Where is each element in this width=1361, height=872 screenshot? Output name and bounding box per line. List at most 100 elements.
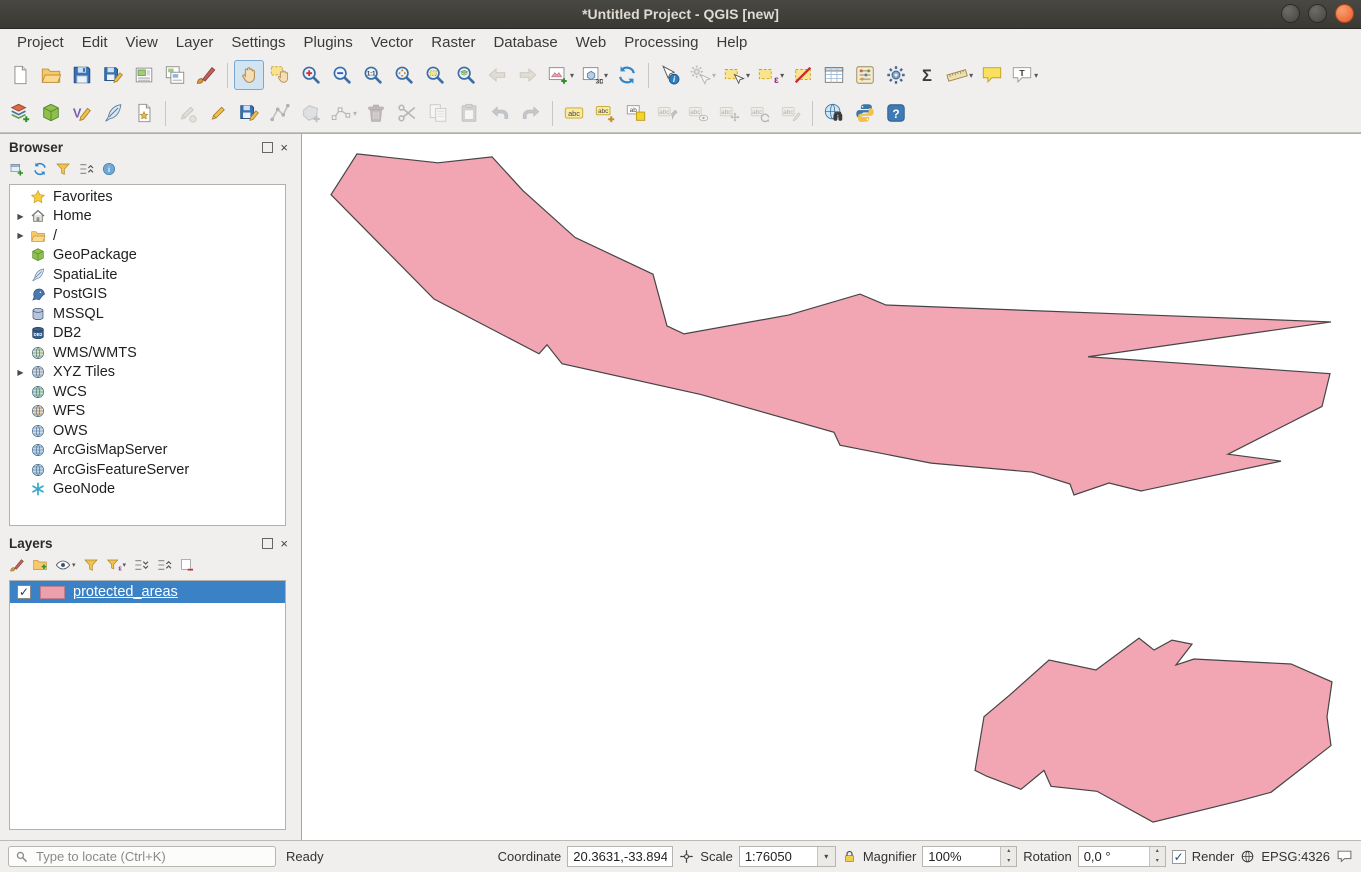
filter-legend-button[interactable] xyxy=(83,555,99,575)
browser-item-home[interactable]: ▶Home xyxy=(10,207,285,227)
refresh-map-button[interactable] xyxy=(612,60,642,90)
new-shapefile-layer-button[interactable]: V xyxy=(67,98,97,128)
python-console-button[interactable] xyxy=(850,98,880,128)
menu-layer[interactable]: Layer xyxy=(167,31,223,54)
open-layer-styling-panel-button[interactable] xyxy=(9,555,25,575)
expander-icon[interactable]: ▶ xyxy=(13,368,28,377)
crs-status[interactable]: EPSG:4326 xyxy=(1261,849,1330,864)
browser-item-mssql[interactable]: MSSQL xyxy=(10,304,285,324)
menu-vector[interactable]: Vector xyxy=(362,31,423,54)
menu-settings[interactable]: Settings xyxy=(222,31,294,54)
locate-bar[interactable] xyxy=(8,846,276,867)
menu-processing[interactable]: Processing xyxy=(615,31,707,54)
expander-icon[interactable]: ▶ xyxy=(13,212,28,221)
save-project-as-button[interactable] xyxy=(98,60,128,90)
menu-database[interactable]: Database xyxy=(484,31,566,54)
browser-item-arcgismapserver[interactable]: ArcGisMapServer xyxy=(10,441,285,461)
expand-all-button[interactable] xyxy=(133,555,149,575)
new-temporary-scratch-layer-button[interactable] xyxy=(129,98,159,128)
layer-visibility-checkbox[interactable]: ✓ xyxy=(17,585,31,599)
spinner-buttons[interactable] xyxy=(1149,847,1165,866)
field-calculator-button[interactable] xyxy=(850,60,880,90)
crs-globe-icon[interactable] xyxy=(1240,849,1255,864)
measure-line-button[interactable]: ▾ xyxy=(943,60,976,90)
collapse-all-button[interactable] xyxy=(156,555,172,575)
save-project-button[interactable] xyxy=(67,60,97,90)
browser-item-db2[interactable]: DB2DB2 xyxy=(10,324,285,344)
menu-edit[interactable]: Edit xyxy=(73,31,117,54)
deselect-all-button[interactable] xyxy=(788,60,818,90)
show-layout-manager-button[interactable] xyxy=(160,60,190,90)
browser-item-spatialite[interactable]: SpatiaLite xyxy=(10,265,285,285)
menu-web[interactable]: Web xyxy=(567,31,616,54)
chevron-down-icon[interactable] xyxy=(817,847,835,866)
browser-item-wfs[interactable]: WFS xyxy=(10,402,285,422)
browser-item-geonode[interactable]: GeoNode xyxy=(10,480,285,500)
zoom-native-button[interactable]: 1:1 xyxy=(358,60,388,90)
zoom-to-layer-button[interactable] xyxy=(451,60,481,90)
text-annotation-button[interactable]: T▾ xyxy=(1008,60,1041,90)
close-button[interactable] xyxy=(1335,4,1354,23)
scale-combo[interactable]: 1:76050 xyxy=(739,846,836,867)
browser-item-wms-wmts[interactable]: WMS/WMTS xyxy=(10,343,285,363)
menu-raster[interactable]: Raster xyxy=(422,31,484,54)
add-selected-layers-button[interactable] xyxy=(9,159,25,179)
spinner-buttons[interactable] xyxy=(1000,847,1016,866)
pan-map-button[interactable] xyxy=(234,60,264,90)
menu-plugins[interactable]: Plugins xyxy=(295,31,362,54)
manage-map-themes-button[interactable]: ▾ xyxy=(55,555,76,575)
new-project-button[interactable] xyxy=(5,60,35,90)
new-print-layout-button[interactable] xyxy=(129,60,159,90)
magnifier-input[interactable] xyxy=(923,849,1000,864)
coordinate-input[interactable] xyxy=(568,849,672,864)
minimize-button[interactable] xyxy=(1281,4,1300,23)
map-canvas[interactable] xyxy=(301,134,1361,840)
remove-layer-button[interactable] xyxy=(179,555,195,575)
browser-item-xyz-tiles[interactable]: ▶XYZ Tiles xyxy=(10,363,285,383)
identify-features-button[interactable]: i xyxy=(655,60,685,90)
show-properties-widget-button[interactable]: i xyxy=(101,159,117,179)
save-layer-edits-button[interactable] xyxy=(234,98,264,128)
messages-icon[interactable] xyxy=(1336,848,1353,865)
layer-item-protected-areas[interactable]: ✓protected_areas xyxy=(10,581,285,603)
zoom-to-selection-button[interactable] xyxy=(420,60,450,90)
float-panel-icon[interactable] xyxy=(262,538,273,549)
browser-item-arcgisfeatureserver[interactable]: ArcGisFeatureServer xyxy=(10,460,285,480)
menu-view[interactable]: View xyxy=(117,31,167,54)
close-panel-icon[interactable] xyxy=(280,538,288,549)
rotation-input[interactable] xyxy=(1079,849,1149,864)
expander-icon[interactable]: ▶ xyxy=(13,231,28,240)
filter-legend-by-expression-button[interactable]: ε▾ xyxy=(106,555,127,575)
data-source-manager-button[interactable] xyxy=(5,98,35,128)
browser-item-favorites[interactable]: Favorites xyxy=(10,187,285,207)
extents-toggle-icon[interactable] xyxy=(679,849,694,864)
open-attribute-table-button[interactable] xyxy=(819,60,849,90)
refresh-browser-button[interactable] xyxy=(32,159,48,179)
layer-diagram-options-button[interactable]: abc xyxy=(590,98,620,128)
select-by-expression-button[interactable]: ε▾ xyxy=(754,60,787,90)
close-panel-icon[interactable] xyxy=(280,142,288,153)
browser-item-postgis[interactable]: PostGIS xyxy=(10,285,285,305)
menu-help[interactable]: Help xyxy=(707,31,756,54)
new-map-view-button[interactable]: ▾ xyxy=(544,60,577,90)
select-features-button[interactable]: ▾ xyxy=(720,60,753,90)
metasearch-button[interactable] xyxy=(819,98,849,128)
float-panel-icon[interactable] xyxy=(262,142,273,153)
zoom-out-button[interactable] xyxy=(327,60,357,90)
collapse-all-button[interactable] xyxy=(78,159,94,179)
toggle-editing-button[interactable] xyxy=(203,98,233,128)
locate-input[interactable] xyxy=(34,848,269,865)
maximize-button[interactable] xyxy=(1308,4,1327,23)
pan-to-selection-button[interactable] xyxy=(265,60,295,90)
new-geopackage-layer-button[interactable] xyxy=(36,98,66,128)
map-tips-button[interactable] xyxy=(977,60,1007,90)
menu-project[interactable]: Project xyxy=(8,31,73,54)
lock-scale-icon[interactable] xyxy=(842,849,857,864)
new-3d-map-view-button[interactable]: 3D▾ xyxy=(578,60,611,90)
browser-item-ows[interactable]: OWS xyxy=(10,421,285,441)
browser-item-geopackage[interactable]: GeoPackage xyxy=(10,246,285,266)
filter-browser-button[interactable] xyxy=(55,159,71,179)
browser-item-wcs[interactable]: WCS xyxy=(10,382,285,402)
render-checkbox[interactable]: ✓ xyxy=(1172,850,1186,864)
processing-toolbox-button[interactable] xyxy=(881,60,911,90)
